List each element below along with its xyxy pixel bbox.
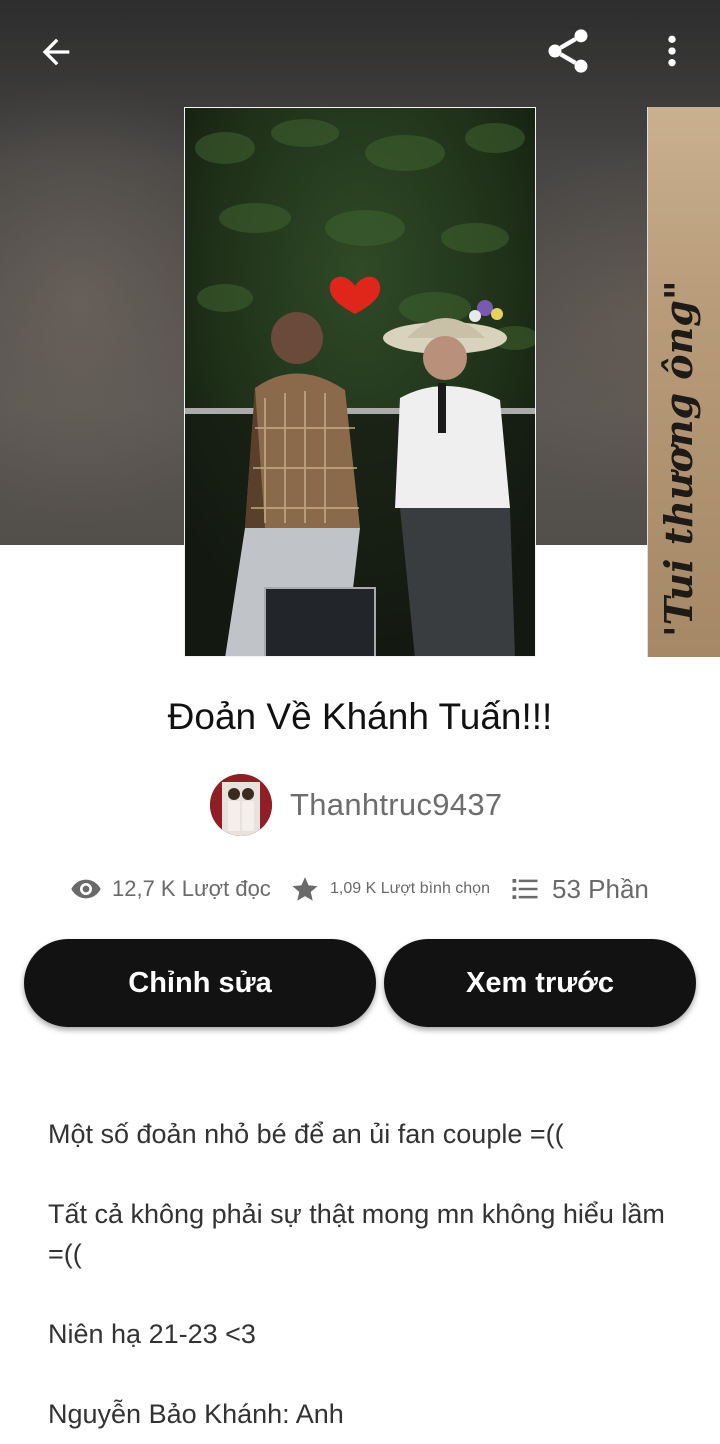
share-button[interactable] xyxy=(532,18,604,84)
cover-photo-illustration xyxy=(185,108,535,656)
next-cover-caption: 'Tui thương ông" xyxy=(656,280,701,637)
author-name[interactable]: Thanhtruc9437 xyxy=(290,787,502,823)
next-story-cover[interactable]: 'Tui thương ông" xyxy=(647,107,720,657)
reads-stat: 12,7 K Lượt đọc xyxy=(70,866,271,912)
votes-stat: 1,09 K Lượt bình chọn xyxy=(290,866,490,912)
description-line: Tất cả không phải sự thật mong mn không … xyxy=(48,1199,665,1269)
votes-count: 1,09 K Lượt bình chọn xyxy=(330,880,490,897)
star-icon xyxy=(292,877,318,901)
avatar[interactable] xyxy=(210,774,272,836)
edit-button[interactable]: Chỉnh sửa xyxy=(24,939,376,1027)
parts-count[interactable]: 53 Phần xyxy=(552,874,649,905)
top-app-bar xyxy=(0,0,720,104)
story-title: Đoản Về Khánh Tuấn!!! xyxy=(167,696,553,737)
preview-button[interactable]: Xem trước xyxy=(384,939,696,1027)
description-line: Niên hạ 21-23 <3 xyxy=(48,1319,256,1349)
back-button[interactable] xyxy=(20,20,92,84)
reads-count: 12,7 K Lượt đọc xyxy=(112,876,271,901)
more-options-button[interactable] xyxy=(642,18,702,84)
story-stats: 12,7 K Lượt đọc 1,09 K Lượt bình chọn 53… xyxy=(70,866,670,912)
arrow-left-icon xyxy=(42,38,70,66)
author-row[interactable]: Thanhtruc9437 xyxy=(210,774,502,836)
description-line: Nguyễn Bảo Khánh: Anh xyxy=(48,1399,344,1429)
parts-stat[interactable]: 53 Phần xyxy=(510,866,649,912)
avatar-photo xyxy=(210,774,272,836)
list-icon xyxy=(512,879,538,899)
story-description: Một số đoản nhỏ bé để an ủi fan couple =… xyxy=(48,1114,668,1444)
share-icon xyxy=(548,29,588,73)
description-line: Một số đoản nhỏ bé để an ủi fan couple =… xyxy=(48,1119,564,1149)
more-vertical-icon xyxy=(668,35,676,67)
story-cover-image[interactable] xyxy=(184,107,536,657)
eye-icon xyxy=(71,879,101,899)
